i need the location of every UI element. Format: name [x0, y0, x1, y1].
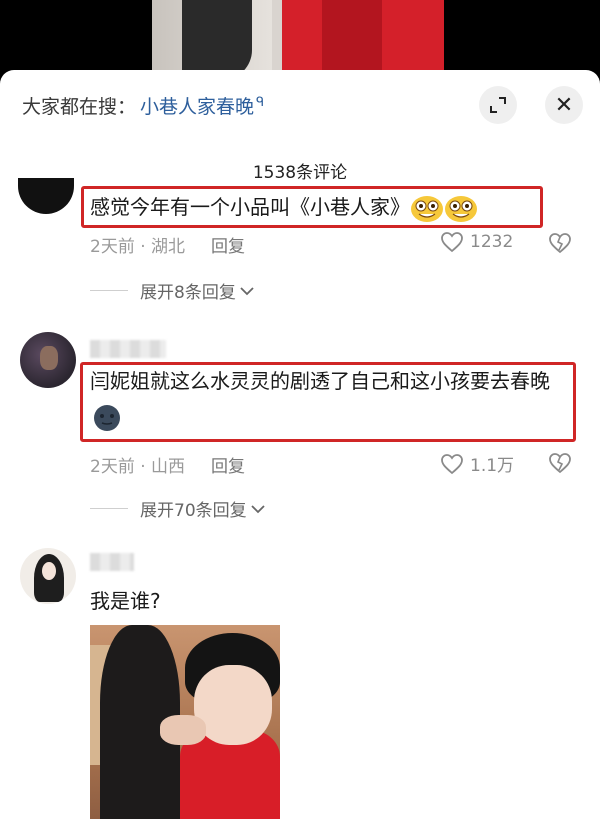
- avatar[interactable]: [20, 548, 76, 604]
- comment-count: 1538条评论: [252, 163, 348, 183]
- search-link[interactable]: 小巷人家春晚: [140, 92, 254, 119]
- username-blurred[interactable]: [90, 340, 166, 358]
- reply-button[interactable]: 回复: [211, 452, 245, 477]
- fullscreen-icon: [490, 97, 506, 113]
- close-button[interactable]: ✕: [545, 86, 583, 124]
- comment-text: 我是谁?: [90, 589, 161, 613]
- highlight-box: [81, 186, 543, 228]
- comment-time-location: 2天前 · 湖北: [90, 237, 186, 257]
- like-count: 1232: [470, 232, 514, 252]
- search-prefix: 大家都在搜：: [22, 95, 137, 118]
- username-blurred[interactable]: [90, 553, 134, 571]
- like-button[interactable]: 1232: [440, 231, 513, 253]
- divider: [90, 508, 128, 509]
- broken-heart-icon: [549, 453, 571, 474]
- broken-heart-icon: [549, 233, 571, 254]
- search-suggestion[interactable]: 大家都在搜： 小巷人家春晚 ᑫ: [22, 90, 264, 120]
- heart-icon: [441, 232, 463, 253]
- expand-replies-label: 展开70条回复: [140, 501, 247, 521]
- reply-button[interactable]: 回复: [211, 232, 245, 257]
- divider: [90, 290, 128, 291]
- expand-replies[interactable]: 展开70条回复: [90, 496, 266, 521]
- avatar[interactable]: [18, 178, 74, 214]
- dislike-button[interactable]: [548, 452, 572, 478]
- comment-time-location: 2天前 · 山西: [90, 457, 186, 477]
- chevron-down-icon: [251, 504, 265, 513]
- close-icon: ✕: [554, 92, 574, 118]
- comment-meta: 2天前 · 湖北 回复: [90, 232, 245, 257]
- dislike-button[interactable]: [548, 232, 572, 258]
- expand-replies[interactable]: 展开8条回复: [90, 278, 255, 303]
- fullscreen-button[interactable]: [479, 86, 517, 124]
- search-icon[interactable]: ᑫ: [256, 95, 264, 110]
- avatar[interactable]: [20, 332, 76, 388]
- chevron-down-icon: [240, 286, 254, 295]
- video-frame[interactable]: [152, 0, 444, 80]
- like-count: 1.1万: [470, 456, 515, 476]
- expand-replies-label: 展开8条回复: [140, 283, 236, 303]
- highlight-box: [80, 362, 576, 442]
- like-button[interactable]: 1.1万: [440, 451, 514, 476]
- comment-sheet: 大家都在搜： 小巷人家春晚 ᑫ ✕ 1538条评论 感觉今年有一个小品叫《小巷人…: [0, 70, 600, 819]
- comment-photo[interactable]: [90, 625, 280, 819]
- heart-icon: [441, 453, 463, 474]
- comment-meta: 2天前 · 山西 回复: [90, 452, 245, 477]
- video-preview[interactable]: [0, 0, 600, 80]
